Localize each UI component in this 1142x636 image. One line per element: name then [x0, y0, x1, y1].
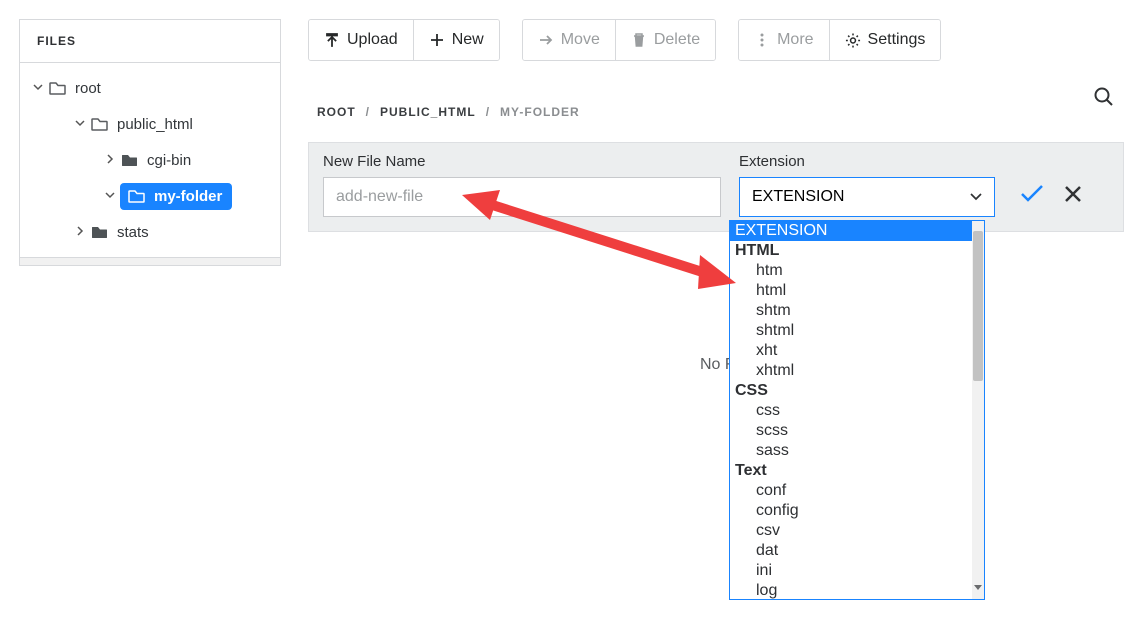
more-button: More: [739, 20, 828, 60]
filename-input[interactable]: [323, 177, 721, 217]
cancel-button[interactable]: [1063, 184, 1083, 209]
scrollbar-gutter: [20, 257, 280, 265]
dropdown-option[interactable]: scss: [730, 421, 972, 441]
filename-field: New File Name: [323, 153, 721, 217]
extension-label: Extension: [739, 153, 995, 170]
toolbar-group-file: Upload New: [308, 19, 500, 61]
extension-field: Extension: [739, 153, 995, 217]
folder-open-icon: [127, 188, 147, 204]
files-sidebar-title: FILES: [20, 20, 280, 63]
upload-icon: [324, 32, 340, 48]
settings-button[interactable]: Settings: [829, 20, 941, 60]
confirm-button[interactable]: [1019, 184, 1045, 209]
dropdown-option[interactable]: csv: [730, 521, 972, 541]
tree-item-cgi-bin[interactable]: cgi-bin: [20, 142, 280, 178]
breadcrumb-sep: /: [486, 105, 490, 119]
dropdown-group-label: HTML: [730, 241, 972, 261]
dropdown-option[interactable]: config: [730, 501, 972, 521]
plus-icon: [429, 32, 445, 48]
extension-select[interactable]: [739, 177, 995, 217]
breadcrumb-item[interactable]: ROOT: [317, 105, 356, 119]
tree-item-stats[interactable]: stats: [20, 214, 280, 250]
toolbar-button-label: New: [452, 31, 484, 49]
toolbar-group-edit: Move Delete: [522, 19, 716, 61]
filename-label: New File Name: [323, 153, 721, 170]
dropdown-option[interactable]: shtml: [730, 321, 972, 341]
breadcrumb-item-current: MY-FOLDER: [500, 105, 580, 119]
toolbar-button-label: Move: [561, 31, 600, 49]
scrollbar-thumb[interactable]: [973, 231, 983, 381]
folder-open-icon: [90, 116, 110, 132]
search-button[interactable]: [1093, 86, 1115, 108]
toolbar-button-label: Delete: [654, 31, 700, 49]
dropdown-option[interactable]: htm: [730, 261, 972, 281]
tree-item-label: cgi-bin: [147, 152, 191, 169]
extension-dropdown: EXTENSION HTML htm html shtm shtml xht x…: [729, 220, 985, 600]
folder-icon: [90, 224, 110, 240]
scroll-down-icon: [974, 578, 982, 596]
check-icon: [1019, 184, 1045, 204]
search-icon: [1093, 86, 1115, 108]
gear-icon: [845, 32, 861, 48]
breadcrumb: ROOT / PUBLIC_HTML / MY-FOLDER: [317, 105, 580, 119]
dropdown-option[interactable]: xht: [730, 341, 972, 361]
dropdown-option[interactable]: log: [730, 581, 972, 599]
arrow-right-icon: [538, 32, 554, 48]
chevron-right-icon: [100, 152, 120, 168]
move-button: Move: [523, 20, 615, 60]
close-icon: [1063, 184, 1083, 204]
folder-tree: root public_html cgi-bin: [20, 63, 280, 257]
files-sidebar: FILES root public_html: [19, 19, 281, 266]
extension-dropdown-list[interactable]: EXTENSION HTML htm html shtm shtml xht x…: [730, 221, 972, 599]
dropdown-option[interactable]: EXTENSION: [730, 221, 972, 241]
dropdown-option[interactable]: xhtml: [730, 361, 972, 381]
tree-item-root[interactable]: root: [20, 70, 280, 106]
dropdown-option[interactable]: css: [730, 401, 972, 421]
dropdown-option[interactable]: html: [730, 281, 972, 301]
dropdown-option[interactable]: sass: [730, 441, 972, 461]
dropdown-group-label: CSS: [730, 381, 972, 401]
chevron-down-icon: [28, 80, 48, 96]
toolbar: Upload New Move Delete More: [308, 19, 941, 61]
new-file-panel: New File Name Extension: [308, 142, 1124, 232]
tree-item-label: public_html: [117, 116, 193, 133]
dropdown-option[interactable]: dat: [730, 541, 972, 561]
more-vertical-icon: [754, 32, 770, 48]
scrollbar[interactable]: [972, 221, 984, 599]
chevron-right-icon: [70, 224, 90, 240]
breadcrumb-item[interactable]: PUBLIC_HTML: [380, 105, 476, 119]
toolbar-button-label: Upload: [347, 31, 398, 49]
folder-open-icon: [48, 80, 68, 96]
toolbar-button-label: Settings: [868, 31, 926, 49]
tree-item-label: my-folder: [154, 188, 222, 205]
breadcrumb-sep: /: [366, 105, 370, 119]
tree-item-label: stats: [117, 224, 149, 241]
trash-icon: [631, 32, 647, 48]
dropdown-option[interactable]: shtm: [730, 301, 972, 321]
chevron-down-icon: [100, 188, 120, 204]
new-button[interactable]: New: [413, 20, 499, 60]
folder-icon: [120, 152, 140, 168]
tree-item-label: root: [75, 80, 101, 97]
dropdown-option[interactable]: conf: [730, 481, 972, 501]
tree-item-my-folder[interactable]: my-folder: [20, 178, 280, 214]
delete-button: Delete: [615, 20, 715, 60]
dropdown-option[interactable]: ini: [730, 561, 972, 581]
chevron-down-icon: [70, 116, 90, 132]
dropdown-group-label: Text: [730, 461, 972, 481]
upload-button[interactable]: Upload: [309, 20, 413, 60]
toolbar-button-label: More: [777, 31, 813, 49]
toolbar-group-more: More Settings: [738, 19, 941, 61]
tree-item-public-html[interactable]: public_html: [20, 106, 280, 142]
new-file-actions: [1019, 184, 1083, 209]
